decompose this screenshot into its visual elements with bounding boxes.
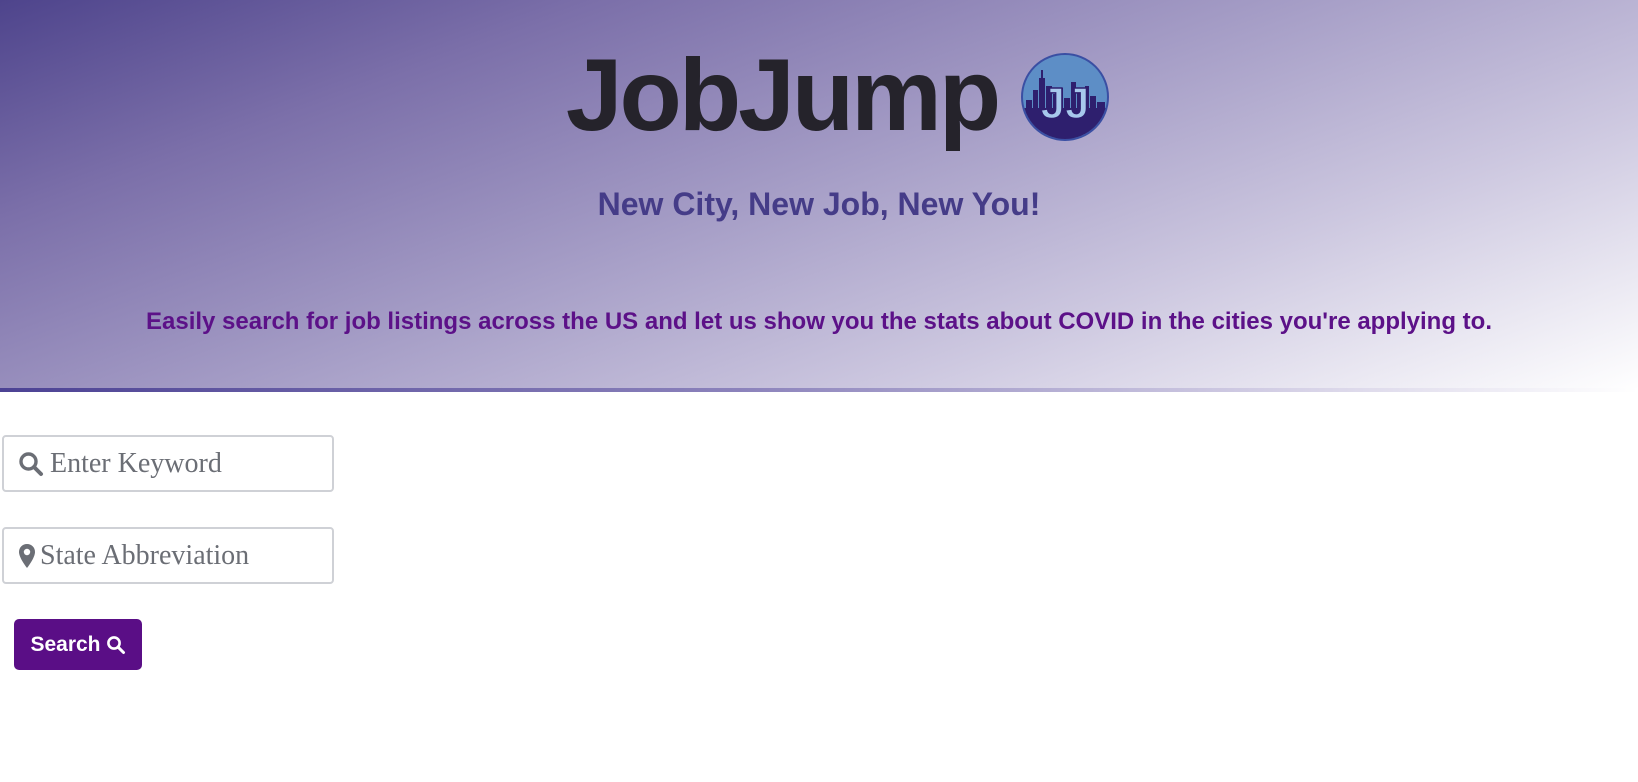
keyword-field[interactable]	[2, 435, 334, 492]
tagline: New City, New Job, New You!	[597, 186, 1041, 222]
logo-monogram: JJ	[1041, 79, 1090, 128]
map-marker-icon	[18, 543, 36, 569]
search-button[interactable]: Search	[14, 619, 142, 670]
search-button-label: Search	[30, 632, 101, 656]
hero-divider	[0, 388, 1638, 392]
brand-title: JobJump	[565, 38, 1001, 152]
state-field[interactable]	[2, 527, 334, 584]
site-description: Easily search for job listings across th…	[146, 308, 1492, 335]
search-icon	[18, 451, 44, 477]
keyword-input[interactable]	[50, 447, 310, 480]
search-icon	[106, 635, 126, 655]
brand-header: JobJump JJ	[0, 44, 1638, 146]
state-input[interactable]	[40, 539, 300, 572]
jobjump-logo: JJ	[1021, 53, 1110, 141]
